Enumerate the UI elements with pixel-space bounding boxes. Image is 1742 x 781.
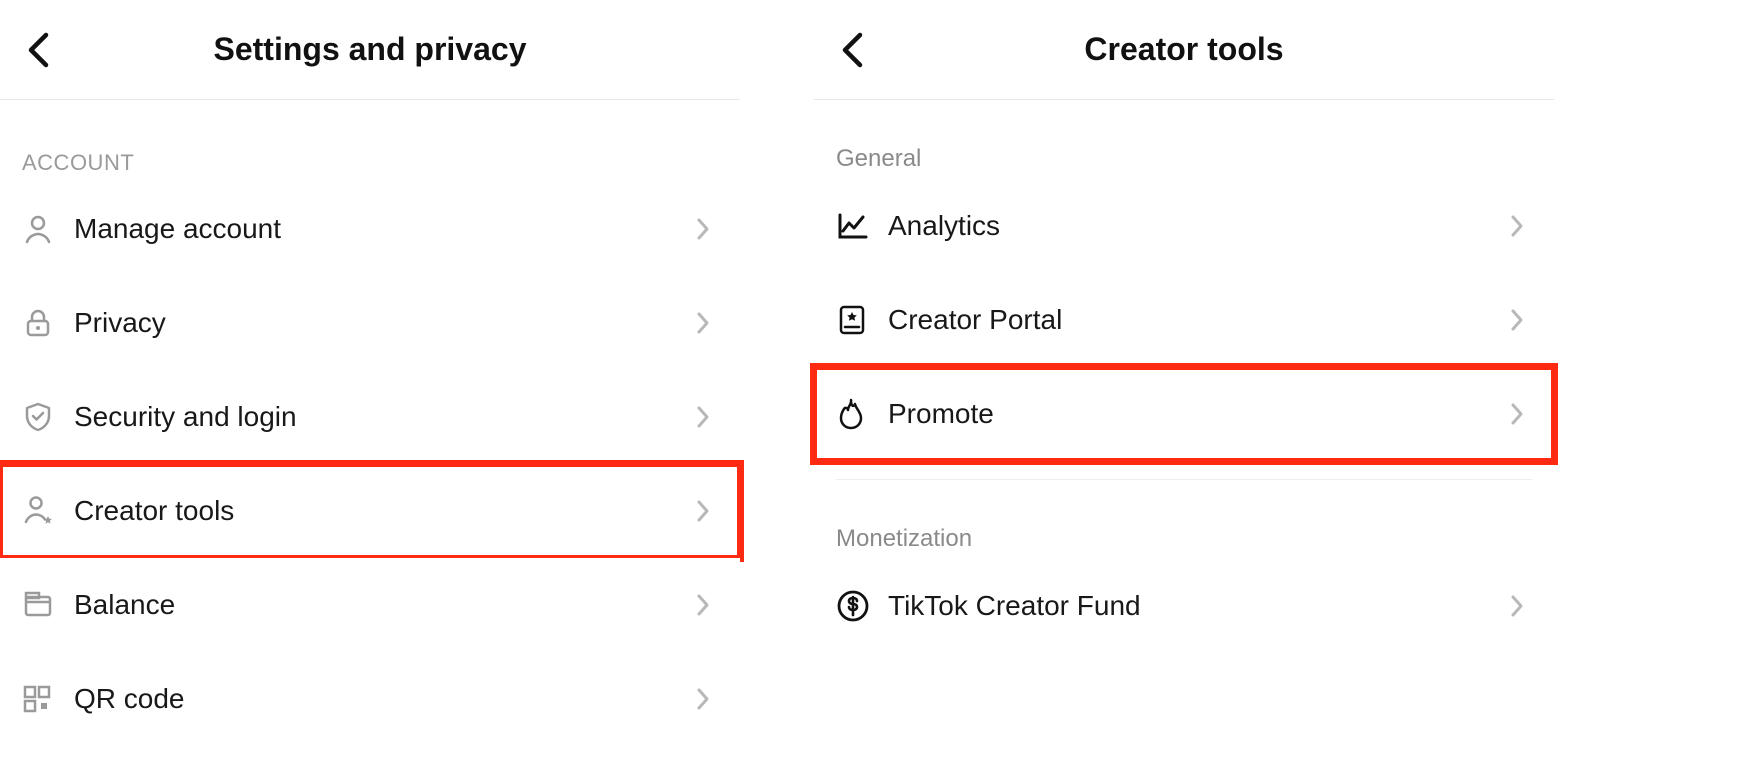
creator-tools-header: Creator tools (814, 0, 1554, 100)
row-promote[interactable]: Promote (814, 367, 1554, 461)
section-label-general: General (814, 100, 1554, 179)
row-creator-portal[interactable]: Creator Portal (814, 273, 1554, 367)
creator-tools-screen: Creator tools General Analytics Creator … (814, 0, 1554, 781)
row-analytics[interactable]: Analytics (814, 179, 1554, 273)
chevron-right-icon (1502, 214, 1532, 238)
shield-icon (22, 401, 74, 433)
chevron-right-icon (1502, 402, 1532, 426)
row-privacy[interactable]: Privacy (0, 276, 740, 370)
flame-icon (836, 398, 888, 430)
row-label: Analytics (888, 210, 1502, 242)
row-label: Creator Portal (888, 304, 1502, 336)
row-creator-tools[interactable]: Creator tools (0, 464, 740, 558)
chevron-right-icon (688, 593, 718, 617)
portal-icon (836, 304, 888, 336)
chevron-right-icon (688, 217, 718, 241)
section-label-monetization: Monetization (814, 480, 1554, 559)
row-label: Manage account (74, 213, 688, 245)
section-label-account: ACCOUNT (0, 100, 740, 182)
row-security-login[interactable]: Security and login (0, 370, 740, 464)
row-manage-account[interactable]: Manage account (0, 182, 740, 276)
chevron-right-icon (688, 311, 718, 335)
page-title: Creator tools (1084, 31, 1283, 68)
dollar-icon (836, 589, 888, 623)
person-icon (22, 213, 74, 245)
row-qr-code[interactable]: QR code (0, 652, 740, 746)
back-button[interactable] (832, 30, 872, 70)
back-button[interactable] (18, 30, 58, 70)
row-creator-fund[interactable]: TikTok Creator Fund (814, 559, 1554, 653)
row-label: QR code (74, 683, 688, 715)
qr-icon (22, 684, 74, 714)
person-star-icon (22, 494, 74, 528)
wallet-icon (22, 589, 74, 621)
chevron-right-icon (688, 405, 718, 429)
row-label: Privacy (74, 307, 688, 339)
screen-gap (740, 0, 814, 781)
settings-header: Settings and privacy (0, 0, 740, 100)
row-label: Security and login (74, 401, 688, 433)
row-label: TikTok Creator Fund (888, 590, 1502, 622)
chevron-left-icon (27, 32, 49, 68)
chevron-right-icon (1502, 594, 1532, 618)
settings-screen: Settings and privacy ACCOUNT Manage acco… (0, 0, 740, 781)
row-balance[interactable]: Balance (0, 558, 740, 652)
lock-icon (22, 307, 74, 339)
row-label: Promote (888, 398, 1502, 430)
chevron-right-icon (1502, 308, 1532, 332)
chevron-left-icon (841, 32, 863, 68)
chevron-right-icon (688, 499, 718, 523)
row-label: Creator tools (74, 495, 688, 527)
analytics-icon (836, 211, 888, 241)
page-title: Settings and privacy (214, 31, 527, 68)
row-label: Balance (74, 589, 688, 621)
chevron-right-icon (688, 687, 718, 711)
